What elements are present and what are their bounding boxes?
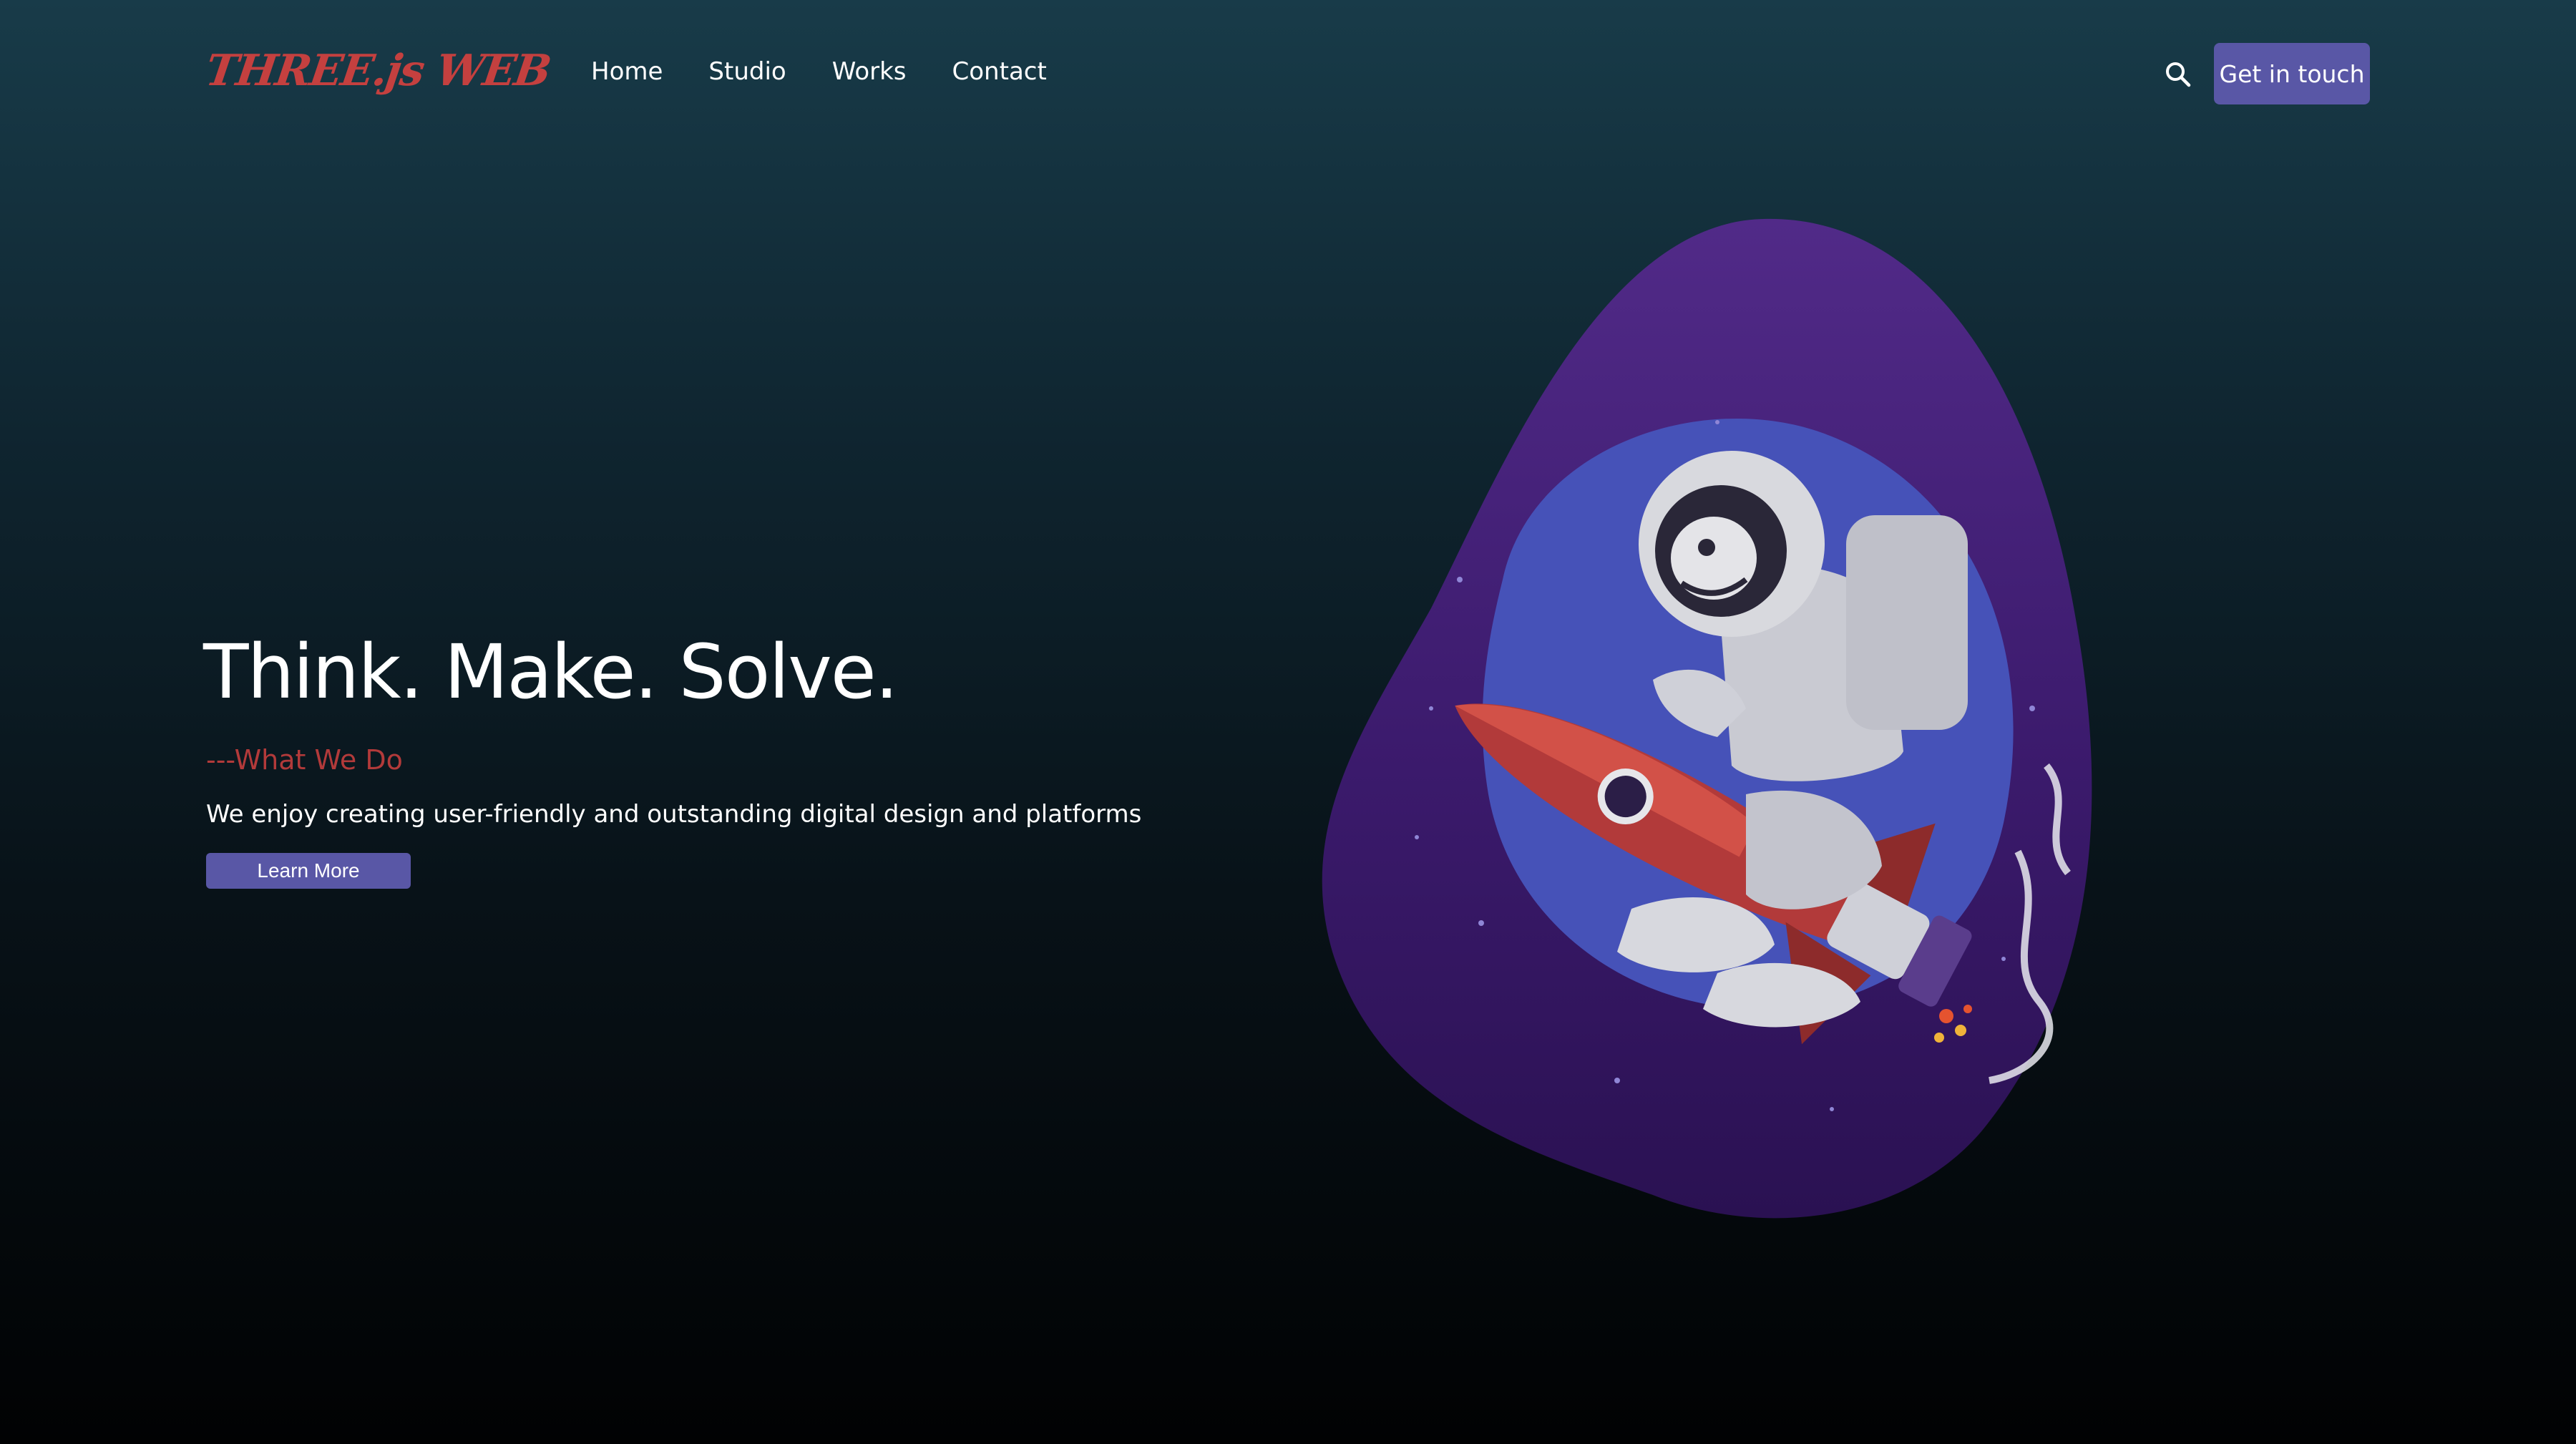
nav-home[interactable]: Home	[591, 57, 663, 86]
astronaut-rocket-illustration	[1317, 208, 2132, 1245]
hero-title: Think. Make. Solve.	[203, 628, 899, 716]
get-in-touch-button[interactable]: Get in touch	[2214, 43, 2370, 104]
main-nav: Home Studio Works Contact	[591, 57, 1047, 86]
search-icon[interactable]	[2164, 60, 2192, 89]
site-logo[interactable]: THREE.js WEB	[203, 46, 553, 96]
hero-subtitle: ---What We Do	[206, 744, 403, 776]
learn-more-button[interactable]: Learn More	[206, 853, 411, 889]
nav-works[interactable]: Works	[832, 57, 907, 86]
nav-contact[interactable]: Contact	[952, 57, 1047, 86]
nav-studio[interactable]: Studio	[708, 57, 786, 86]
hero-description: We enjoy creating user-friendly and outs…	[206, 800, 1142, 829]
